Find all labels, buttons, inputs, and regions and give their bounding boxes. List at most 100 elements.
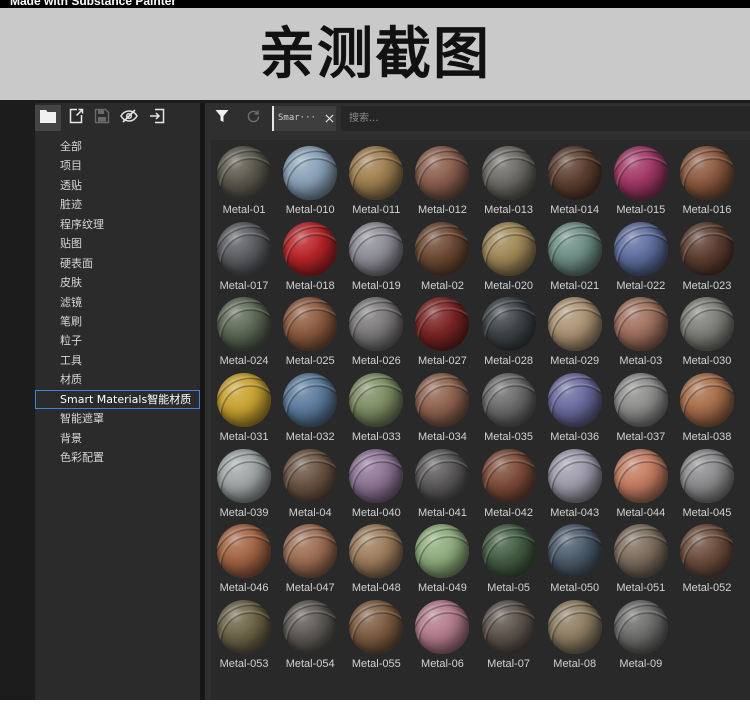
filter-chip[interactable]: Smar··· [272, 106, 336, 131]
material-preview-sphere [481, 221, 536, 276]
material-thumbnail[interactable]: Metal-021 [542, 216, 608, 292]
hide-button[interactable] [116, 105, 142, 131]
material-thumbnail[interactable]: Metal-015 [608, 140, 674, 216]
material-thumbnail[interactable]: Metal-036 [542, 367, 608, 443]
sidebar-item[interactable]: 贴图 [35, 234, 200, 253]
material-thumbnail[interactable]: Metal-012 [409, 140, 475, 216]
material-thumbnail[interactable]: Metal-034 [409, 367, 475, 443]
material-thumbnail[interactable]: Metal-06 [409, 594, 475, 670]
material-thumbnail[interactable]: Metal-05 [476, 518, 542, 594]
material-thumbnail[interactable]: Metal-024 [211, 291, 277, 367]
material-thumbnail[interactable]: Metal-039 [211, 443, 277, 519]
material-thumbnail[interactable]: Metal-052 [674, 518, 740, 594]
material-thumbnail[interactable]: Metal-018 [277, 216, 343, 292]
sidebar-item[interactable]: 滤镜 [35, 293, 200, 312]
material-thumbnail[interactable]: Metal-025 [277, 291, 343, 367]
material-thumbnail[interactable]: Metal-04 [277, 443, 343, 519]
material-thumbnail[interactable]: Metal-033 [343, 367, 409, 443]
filter-icon [215, 109, 229, 128]
material-preview-sphere [217, 448, 272, 503]
material-thumbnail[interactable]: Metal-023 [674, 216, 740, 292]
sidebar-item[interactable]: 笔刷 [35, 312, 200, 331]
material-preview-sphere [217, 372, 272, 427]
material-thumbnail[interactable]: Metal-016 [674, 140, 740, 216]
material-thumbnail[interactable]: Metal-049 [409, 518, 475, 594]
material-thumbnail[interactable]: Metal-040 [343, 443, 409, 519]
sidebar-item[interactable]: 透贴 [35, 176, 200, 195]
material-preview-sphere [481, 372, 536, 427]
sidebar-item[interactable]: 粒子 [35, 331, 200, 350]
material-thumbnail[interactable]: Metal-038 [674, 367, 740, 443]
material-thumbnail[interactable]: Metal-030 [674, 291, 740, 367]
material-thumbnail[interactable]: Metal-011 [343, 140, 409, 216]
material-thumbnail[interactable]: Metal-08 [542, 594, 608, 670]
material-thumbnail[interactable]: Metal-041 [409, 443, 475, 519]
material-thumbnail[interactable]: Metal-031 [211, 367, 277, 443]
material-thumbnail[interactable]: Metal-01 [211, 140, 277, 216]
material-thumbnail[interactable]: Metal-032 [277, 367, 343, 443]
import-button[interactable] [144, 105, 170, 131]
material-thumbnail[interactable]: Metal-028 [476, 291, 542, 367]
filter-chip-label: Smar··· [278, 113, 316, 123]
sidebar-item[interactable]: Smart Materials智能材质 [35, 389, 200, 410]
material-thumbnail[interactable]: Metal-045 [674, 443, 740, 519]
new-file-button[interactable] [63, 105, 89, 131]
sidebar-item[interactable]: 脏迹 [35, 195, 200, 214]
material-thumbnail[interactable]: Metal-019 [343, 216, 409, 292]
close-icon[interactable] [322, 106, 336, 131]
material-thumbnail[interactable]: Metal-027 [409, 291, 475, 367]
material-thumbnail[interactable]: Metal-013 [476, 140, 542, 216]
shelf-content: Smar··· Metal-01Metal-010Metal-011Metal-… [205, 103, 750, 700]
material-thumbnail[interactable]: Metal-026 [343, 291, 409, 367]
search-input[interactable] [341, 106, 750, 131]
material-thumbnail[interactable]: Metal-055 [343, 594, 409, 670]
material-preview-sphere [547, 599, 602, 654]
material-thumbnail[interactable]: Metal-022 [608, 216, 674, 292]
sidebar-item[interactable]: 全部 [35, 137, 200, 156]
material-thumbnail[interactable]: Metal-044 [608, 443, 674, 519]
material-thumbnail[interactable]: Metal-03 [608, 291, 674, 367]
material-preview-sphere [679, 372, 734, 427]
sidebar-item[interactable]: 智能遮罩 [35, 409, 200, 428]
material-thumbnail[interactable]: Metal-042 [476, 443, 542, 519]
material-thumbnail[interactable]: Metal-048 [343, 518, 409, 594]
material-thumbnail[interactable]: Metal-047 [277, 518, 343, 594]
material-thumbnail[interactable]: Metal-010 [277, 140, 343, 216]
material-thumbnail[interactable]: Metal-043 [542, 443, 608, 519]
sidebar-item[interactable]: 硬表面 [35, 254, 200, 273]
material-thumbnail[interactable]: Metal-051 [608, 518, 674, 594]
sidebar-item[interactable]: 皮肤 [35, 273, 200, 292]
material-thumbnail[interactable]: Metal-046 [211, 518, 277, 594]
material-thumbnail[interactable]: Metal-035 [476, 367, 542, 443]
sidebar-item[interactable]: 色彩配置 [35, 448, 200, 467]
material-preview-sphere [547, 221, 602, 276]
material-thumbnail[interactable]: Metal-09 [608, 594, 674, 670]
watermark-bar: Made with Substance Painter [0, 0, 750, 8]
material-label: Metal-08 [553, 657, 597, 670]
material-label: Metal-07 [487, 657, 530, 670]
filter-button[interactable] [210, 106, 234, 131]
material-preview-sphere [349, 448, 404, 503]
sidebar-item[interactable]: 背景 [35, 429, 200, 448]
material-thumbnail[interactable]: Metal-07 [476, 594, 542, 670]
sidebar-item[interactable]: 程序纹理 [35, 215, 200, 234]
material-grid: Metal-01 Metal-010 Metal-011 Metal-012 Metal… [211, 140, 750, 700]
new-file-icon [68, 108, 84, 129]
refresh-button[interactable] [241, 106, 265, 131]
shelf-sidebar: 全部 项目 透贴 脏迹 程序纹理 贴图 硬表面 皮肤 滤镜 笔刷 粒子 工具 材质 Smart Mater… [35, 103, 200, 700]
material-thumbnail[interactable]: Metal-053 [211, 594, 277, 670]
sidebar-item[interactable]: 材质 [35, 370, 200, 389]
sidebar-item[interactable]: 项目 [35, 156, 200, 175]
sidebar-item[interactable]: 工具 [35, 351, 200, 370]
material-thumbnail[interactable]: Metal-050 [542, 518, 608, 594]
material-thumbnail[interactable]: Metal-037 [608, 367, 674, 443]
material-preview-sphere [481, 146, 536, 200]
save-button[interactable] [89, 105, 115, 131]
folder-button[interactable] [35, 105, 61, 131]
material-thumbnail[interactable]: Metal-017 [211, 216, 277, 292]
material-thumbnail[interactable]: Metal-020 [476, 216, 542, 292]
material-thumbnail[interactable]: Metal-014 [542, 140, 608, 216]
material-thumbnail[interactable]: Metal-029 [542, 291, 608, 367]
material-thumbnail[interactable]: Metal-054 [277, 594, 343, 670]
material-thumbnail[interactable]: Metal-02 [409, 216, 475, 292]
